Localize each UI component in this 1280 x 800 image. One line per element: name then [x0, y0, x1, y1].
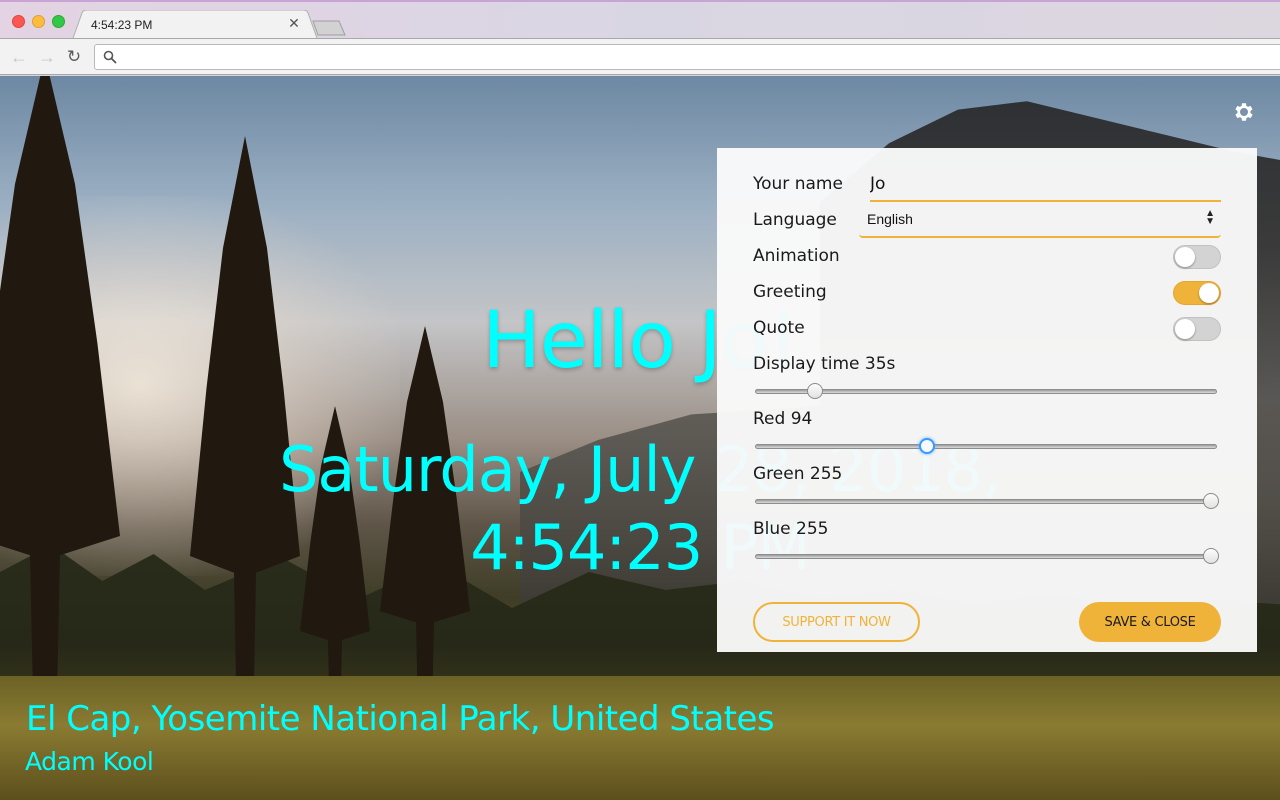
slider-track: [755, 499, 1217, 504]
slider-track: [755, 554, 1217, 559]
red-label: Red 94: [753, 409, 813, 429]
quote-toggle[interactable]: [1173, 317, 1221, 341]
slider-thumb[interactable]: [918, 438, 935, 454]
save-close-button[interactable]: SAVE & CLOSE: [1079, 602, 1221, 642]
slider-thumb[interactable]: [807, 383, 823, 399]
animation-toggle[interactable]: [1173, 245, 1221, 269]
blue-label: Blue 255: [753, 519, 829, 539]
greeting-toggle[interactable]: [1173, 281, 1221, 305]
slider-track: [755, 444, 1217, 449]
new-tab-button[interactable]: [312, 20, 346, 36]
red-slider[interactable]: [753, 438, 1219, 454]
address-input[interactable]: [123, 47, 1263, 67]
close-tab-icon[interactable]: ✕: [287, 16, 301, 30]
address-bar[interactable]: [94, 44, 1280, 70]
window-minimize-button[interactable]: [32, 15, 45, 28]
browser-titlebar: 4:54:23 PM ✕: [0, 0, 1280, 41]
settings-gear-icon[interactable]: [1232, 100, 1256, 124]
window-maximize-button[interactable]: [52, 15, 65, 28]
toggle-knob: [1199, 283, 1219, 303]
browser-toolbar: ← → ↻: [0, 38, 1280, 75]
name-label: Your name: [753, 174, 843, 194]
greeting-label: Greeting: [753, 282, 827, 302]
settings-panel: Your name Language English ▲▼ Animation …: [717, 148, 1257, 652]
display-time-slider[interactable]: [753, 383, 1219, 399]
blue-slider[interactable]: [753, 548, 1219, 564]
slider-thumb[interactable]: [1203, 548, 1219, 564]
green-slider[interactable]: [753, 493, 1219, 509]
new-tab-page: Hello Jo! Saturday, July 28, 2018, 4:54:…: [0, 76, 1280, 800]
language-label: Language: [753, 210, 837, 230]
toggle-knob: [1175, 319, 1195, 339]
reload-icon[interactable]: ↻: [64, 47, 84, 67]
quote-label: Quote: [753, 318, 805, 338]
display-time-label: Display time 35s: [753, 354, 896, 374]
name-input[interactable]: [870, 168, 1221, 202]
select-arrows-icon: ▲ ▼: [1205, 208, 1215, 227]
animation-label: Animation: [753, 246, 840, 266]
window-close-button[interactable]: [12, 15, 25, 28]
back-arrow-icon[interactable]: ←: [9, 47, 29, 67]
photo-location[interactable]: El Cap, Yosemite National Park, United S…: [26, 699, 775, 739]
photo-author[interactable]: Adam Kool: [25, 747, 154, 776]
tab-title: 4:54:23 PM: [91, 18, 153, 32]
green-label: Green 255: [753, 464, 843, 484]
toggle-knob: [1175, 247, 1195, 267]
language-select[interactable]: English ▲ ▼: [859, 204, 1221, 238]
slider-track: [755, 389, 1217, 394]
forward-arrow-icon[interactable]: →: [37, 47, 57, 67]
language-selected-value: English: [867, 211, 913, 227]
support-button[interactable]: SUPPORT IT NOW: [753, 602, 920, 642]
search-icon: [103, 50, 117, 64]
slider-thumb[interactable]: [1203, 493, 1219, 509]
